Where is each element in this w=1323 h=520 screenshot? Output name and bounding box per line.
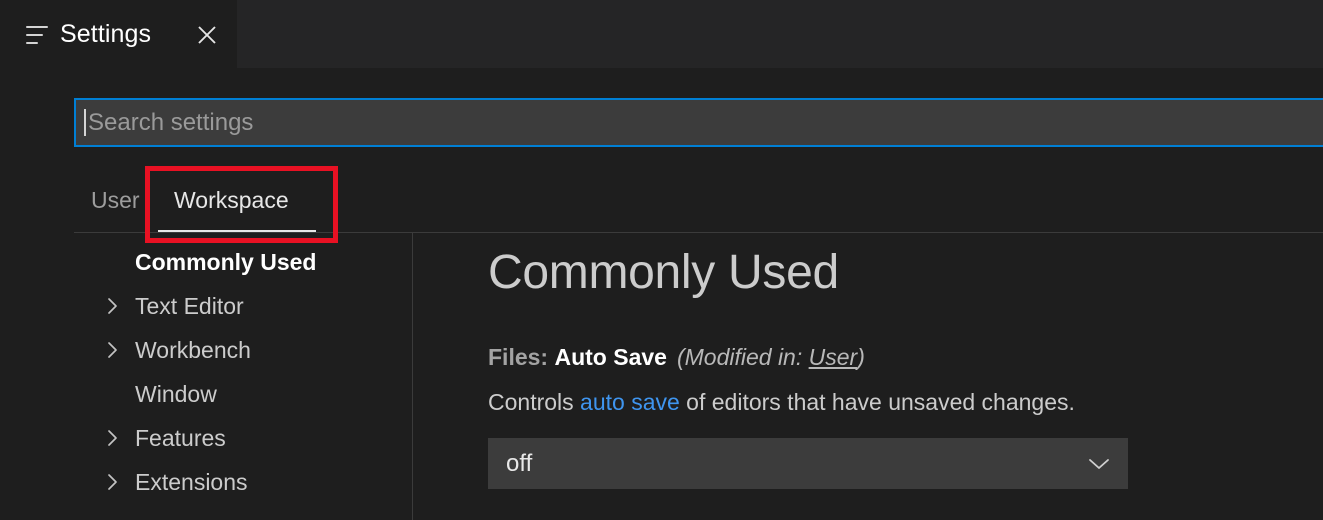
chevron-right-icon [103, 296, 123, 316]
tab-workspace-label: Workspace [174, 186, 289, 213]
toc-item-commonly-used[interactable]: Commonly Used [0, 240, 412, 284]
setting-name: Auto Save [554, 344, 667, 370]
modified-prefix: (Modified in: [676, 344, 809, 370]
toc-item-label: Text Editor [135, 292, 244, 319]
close-icon[interactable] [192, 20, 222, 50]
tab-settings-label: Settings [60, 19, 152, 48]
tab-workspace[interactable]: Workspace [174, 168, 289, 232]
setting-category: Files: [488, 344, 549, 370]
setting-title-files-auto-save: Files: Auto Save (Modified in: User) [488, 344, 865, 371]
toc-item-label: Features [135, 424, 226, 451]
toc-item-label: Extensions [135, 468, 248, 495]
desc-text-after: of editors that have unsaved changes. [679, 389, 1075, 415]
setting-modified-indicator: (Modified in: User) [677, 344, 865, 370]
toc-item-text-editor[interactable]: Text Editor [0, 284, 412, 328]
toc-item-label: Window [135, 380, 217, 407]
chevron-right-icon [103, 472, 123, 492]
desc-link-auto-save[interactable]: auto save [580, 389, 680, 415]
modified-scope-link[interactable]: User [809, 344, 858, 370]
tab-user[interactable]: User [91, 168, 140, 232]
toc-item-extensions[interactable]: Extensions [0, 460, 412, 504]
settings-lines-icon [26, 25, 48, 44]
modified-suffix: ) [857, 344, 865, 370]
auto-save-select[interactable]: off [488, 438, 1128, 489]
editor-tab-bar: Settings [0, 0, 1323, 68]
desc-text-before: Controls [488, 389, 581, 415]
text-cursor [84, 109, 86, 136]
auto-save-select-value: off [506, 449, 533, 477]
chevron-down-icon [1086, 451, 1112, 477]
chevron-right-icon [103, 428, 123, 448]
page-title: Commonly Used [488, 246, 839, 299]
settings-toc: Commonly Used Text Editor Workbench Wind… [0, 240, 412, 520]
search-input[interactable]: Search settings [74, 98, 1323, 147]
settings-detail-pane: Commonly Used Files: Auto Save (Modified … [413, 233, 1323, 520]
toc-item-workbench[interactable]: Workbench [0, 328, 412, 372]
toc-item-label: Workbench [135, 336, 251, 363]
settings-editor: Settings Search settings User Workspace … [0, 0, 1323, 520]
search-placeholder: Search settings [88, 108, 254, 136]
toc-item-features[interactable]: Features [0, 416, 412, 460]
toc-item-label: Commonly Used [135, 248, 317, 275]
setting-description: Controls auto save of editors that have … [488, 389, 1075, 416]
toc-item-window[interactable]: Window [0, 372, 412, 416]
chevron-right-icon [103, 340, 123, 360]
tab-user-label: User [91, 186, 140, 213]
